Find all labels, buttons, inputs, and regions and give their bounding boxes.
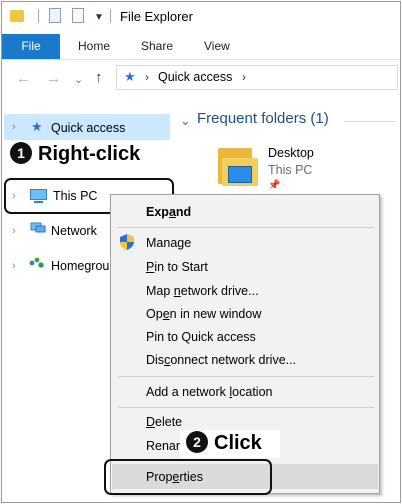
menu-text: Op xyxy=(146,307,163,321)
breadcrumb-chevron-icon[interactable]: › xyxy=(145,70,149,84)
menu-item-open-new-window[interactable]: Open in new window xyxy=(146,307,261,321)
menu-text: onnect network drive... xyxy=(170,353,297,367)
menu-accel: n xyxy=(173,284,181,298)
customize-toolbar-dropdown-icon[interactable]: ▼ xyxy=(94,12,104,23)
menu-item-rename[interactable]: Renar xyxy=(146,439,180,453)
back-arrow-icon[interactable]: ← xyxy=(16,70,31,87)
menu-text: Add a network xyxy=(146,385,230,399)
menu-text: Exp xyxy=(146,205,169,219)
pin-icon: 📌 xyxy=(268,180,281,191)
step2-callout: 2 Click xyxy=(180,430,280,458)
collapse-section-chevron-icon[interactable]: ⌄ xyxy=(180,113,191,129)
step2-badge: 2 xyxy=(186,431,208,453)
menu-text: nd xyxy=(175,205,192,219)
forward-arrow-icon[interactable]: → xyxy=(46,70,61,87)
folder-location: This PC xyxy=(268,163,313,177)
nav-item-network[interactable]: Network xyxy=(51,224,97,238)
menu-item-disconnect-network-drive[interactable]: Disconnect network drive... xyxy=(146,353,296,367)
folder-app-icon xyxy=(10,10,24,22)
tab-view[interactable]: View xyxy=(204,34,230,59)
toolbar-separator xyxy=(38,9,39,23)
ribbon-tabs-bar xyxy=(2,34,400,60)
menu-text: Map xyxy=(146,284,174,298)
menu-item-delete[interactable]: Delete xyxy=(146,415,182,429)
desktop-screen-icon xyxy=(228,166,252,183)
menu-accel: D xyxy=(146,415,156,429)
title-bar xyxy=(2,2,400,32)
section-title[interactable]: Frequent folders (1) xyxy=(197,110,329,127)
step1-badge: 1 xyxy=(10,142,32,164)
up-arrow-icon[interactable]: ↑ xyxy=(95,69,103,86)
quick-access-star-icon: ★ xyxy=(124,69,136,84)
tab-file[interactable]: File xyxy=(2,34,60,59)
menu-item-manage[interactable]: Manage xyxy=(146,236,191,250)
expand-chevron-icon[interactable]: › xyxy=(12,225,16,237)
new-folder-quick-icon[interactable] xyxy=(72,8,84,23)
step2-text: Click xyxy=(214,432,262,454)
expand-chevron-icon[interactable]: › xyxy=(12,260,16,272)
breadcrumb-quick-access[interactable]: Quick access xyxy=(158,70,232,84)
tab-home[interactable]: Home xyxy=(78,34,110,59)
nav-item-homegroup[interactable]: Homegrou xyxy=(51,259,109,273)
shield-icon xyxy=(120,234,134,250)
properties-highlight-box xyxy=(104,459,272,495)
tab-share[interactable]: Share xyxy=(141,34,173,59)
menu-item-map-network-drive[interactable]: Map network drive... xyxy=(146,284,259,298)
quick-access-star-icon: ★ xyxy=(31,119,43,134)
menu-separator xyxy=(118,227,374,228)
network-icon xyxy=(30,222,46,233)
breadcrumb-chevron-icon[interactable]: › xyxy=(242,70,246,84)
menu-separator xyxy=(118,376,374,377)
step1-callout: 1 Right-click xyxy=(10,142,140,166)
homegroup-icon xyxy=(29,257,44,268)
menu-text: ocation xyxy=(232,385,273,399)
menu-text: elete xyxy=(155,415,183,429)
menu-item-expand[interactable]: Expand xyxy=(146,205,191,219)
nav-item-quick-access[interactable]: Quick access xyxy=(51,121,125,135)
window-title: File Explorer xyxy=(120,9,193,24)
properties-quick-icon[interactable] xyxy=(49,8,61,23)
menu-item-add-network-location[interactable]: Add a network location xyxy=(146,385,272,399)
menu-item-pin-quick-access[interactable]: Pin to Quick access xyxy=(146,330,256,344)
menu-text: Dis xyxy=(146,353,165,367)
expand-chevron-icon[interactable]: › xyxy=(12,121,16,133)
toolbar-separator xyxy=(110,9,111,23)
menu-text: in to Start xyxy=(154,260,208,274)
menu-accel: e xyxy=(162,307,170,321)
menu-separator xyxy=(118,407,374,408)
recent-locations-chevron-icon[interactable]: ⌄ xyxy=(74,73,83,86)
menu-accel: a xyxy=(168,205,176,219)
menu-text: etwork drive... xyxy=(180,284,259,298)
section-divider xyxy=(344,121,396,122)
menu-text: n in new window xyxy=(169,307,262,321)
folder-name[interactable]: Desktop xyxy=(268,146,314,160)
menu-item-pin-to-start[interactable]: Pin to Start xyxy=(146,260,208,274)
step1-text: Right-click xyxy=(38,143,141,165)
